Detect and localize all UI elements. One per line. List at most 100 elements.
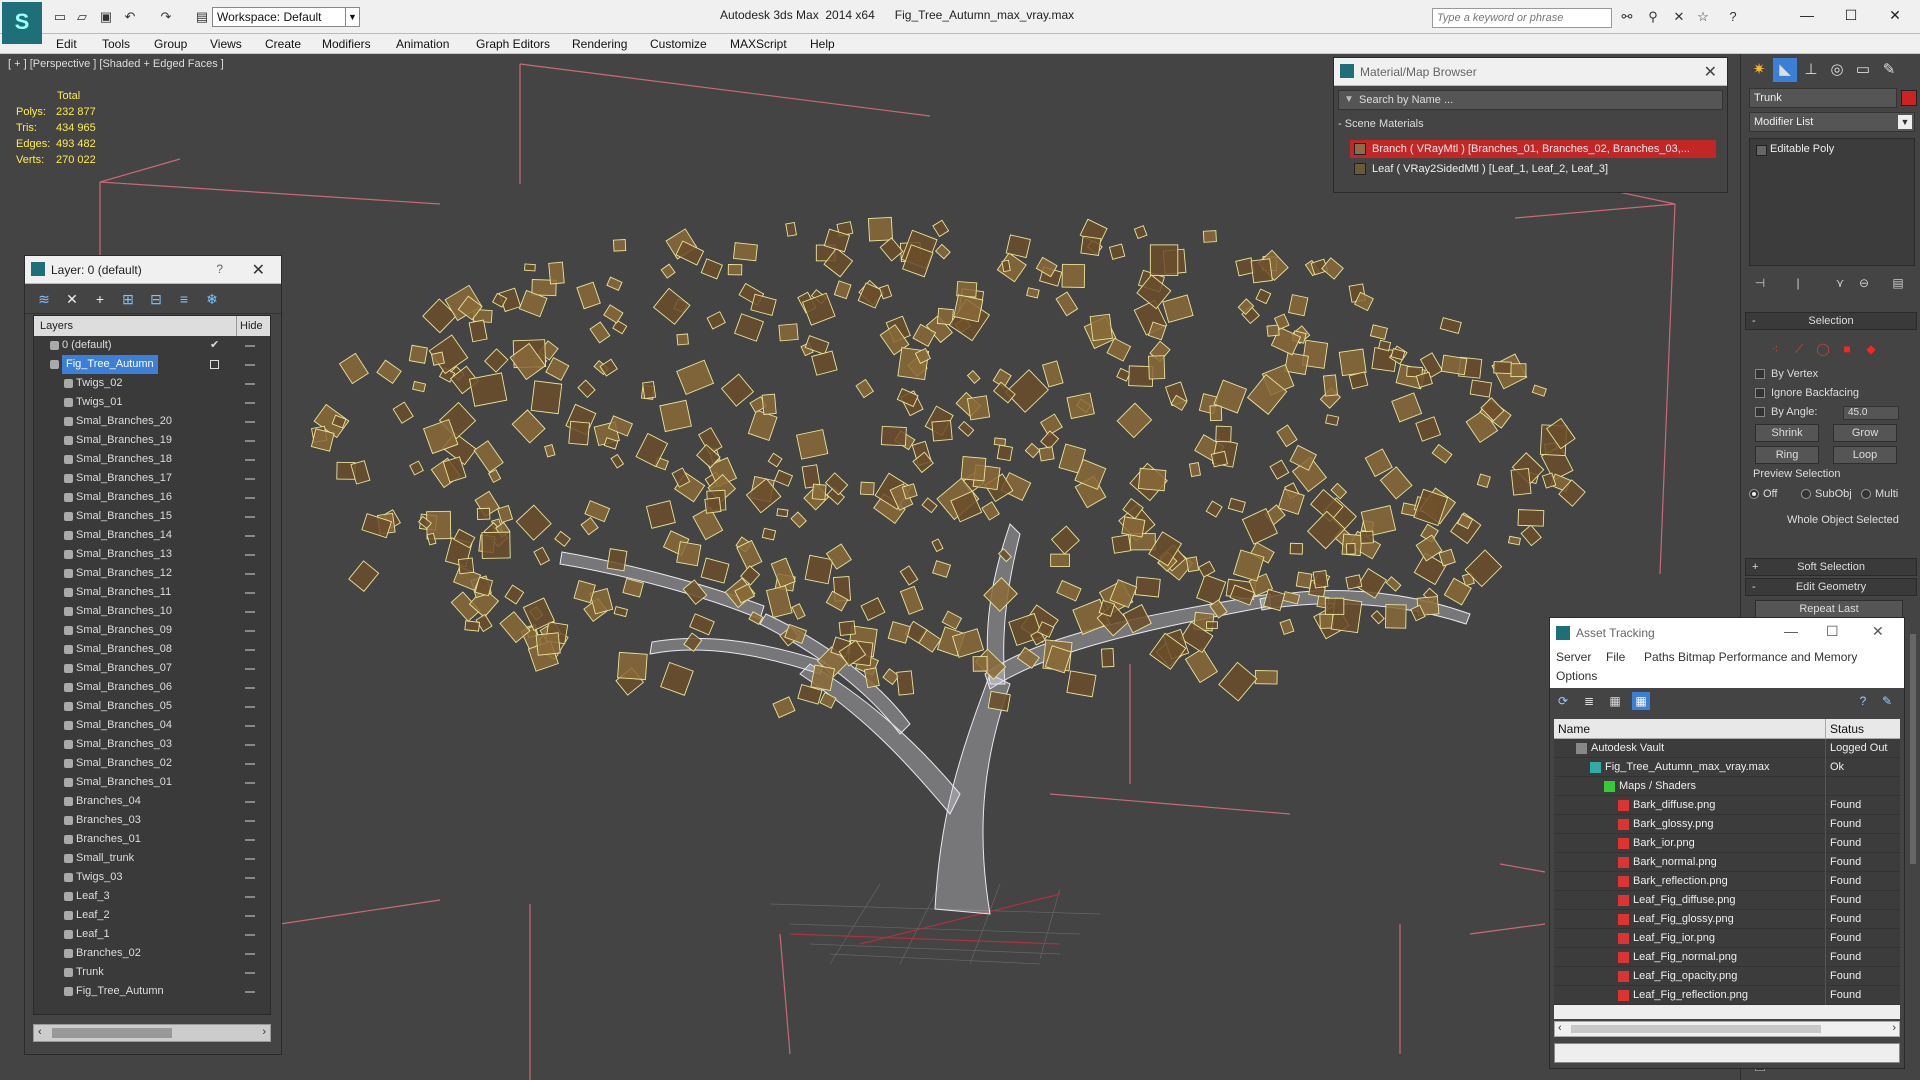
asset-menu-server[interactable]: Server (1556, 650, 1591, 664)
material-search-input[interactable]: ▼ Search by Name ... (1338, 90, 1723, 110)
chevron-right-icon[interactable]: › (1892, 1022, 1896, 1034)
asset-row[interactable]: Leaf_Fig_reflection.png Found (1554, 986, 1900, 1005)
hide-toggle[interactable] (245, 858, 255, 860)
grow-button[interactable]: Grow (1833, 424, 1897, 442)
menu-customize[interactable]: Customize (650, 34, 707, 54)
chevron-down-icon[interactable]: ▼ (1344, 94, 1354, 105)
modify-tab-icon[interactable]: ◣ (1773, 58, 1797, 82)
layer-row[interactable]: Smal_Branches_10 (34, 602, 270, 621)
asset-row[interactable]: Leaf_Fig_ior.png Found (1554, 929, 1900, 948)
display-tab-icon[interactable]: ▭ (1851, 58, 1875, 82)
undo-icon[interactable]: ↶ (122, 9, 138, 25)
help-icon[interactable]: ? (1724, 9, 1742, 25)
hide-toggle[interactable] (245, 687, 255, 689)
redo-icon[interactable]: ↷ (158, 9, 174, 25)
asset-row[interactable]: Bark_ior.png Found (1554, 834, 1900, 853)
hide-toggle[interactable] (245, 497, 255, 499)
checkmark-icon[interactable]: ✔ (210, 336, 219, 355)
material-browser-titlebar[interactable]: Material/Map Browser ✕ (1334, 58, 1727, 86)
layer-row[interactable]: Smal_Branches_05 (34, 697, 270, 716)
close-icon[interactable]: ✕ (1880, 4, 1910, 26)
asset-path-field[interactable] (1554, 1043, 1900, 1063)
asset-row[interactable]: Leaf_Fig_normal.png Found (1554, 948, 1900, 967)
asset-row[interactable]: Leaf_Fig_glossy.png Found (1554, 910, 1900, 929)
asset-row[interactable]: Bark_glossy.png Found (1554, 815, 1900, 834)
layer-row[interactable]: Smal_Branches_14 (34, 526, 270, 545)
layer-row[interactable]: Smal_Branches_13 (34, 545, 270, 564)
asset-menu-options[interactable]: Options (1556, 669, 1597, 683)
highlight-layer-icon[interactable]: ⊟ (147, 290, 165, 308)
repeat-last-button[interactable]: Repeat Last (1755, 600, 1903, 618)
chevron-left-icon[interactable]: ‹ (1558, 1022, 1562, 1034)
layer-row[interactable]: 0 (default) ✔ (34, 336, 270, 355)
motion-tab-icon[interactable]: ◎ (1825, 58, 1849, 82)
element-icon[interactable]: ◆ (1863, 341, 1879, 357)
scene-materials-section[interactable]: - Scene Materials (1338, 118, 1723, 130)
object-color-swatch[interactable] (1901, 90, 1917, 106)
layer-row[interactable]: Smal_Branches_02 (34, 754, 270, 773)
layer-row[interactable]: Smal_Branches_16 (34, 488, 270, 507)
menu-edit[interactable]: Edit (56, 34, 77, 54)
hide-toggle[interactable] (245, 896, 255, 898)
layer-row[interactable]: Leaf_2 (34, 906, 270, 925)
hide-toggle[interactable] (245, 820, 255, 822)
help-icon[interactable]: ? (216, 262, 223, 276)
layers-column-header[interactable]: Layers (40, 320, 73, 332)
hide-toggle[interactable] (245, 934, 255, 936)
hide-toggle[interactable] (245, 611, 255, 613)
hide-toggle[interactable] (245, 459, 255, 461)
hide-toggle[interactable] (245, 782, 255, 784)
viewport-label[interactable]: [ + ] [Perspective ] [Shaded + Edged Fac… (8, 58, 224, 70)
hide-toggle[interactable] (245, 877, 255, 879)
layer-row[interactable]: Branches_04 (34, 792, 270, 811)
preview-subobj-radio[interactable]: SubObj (1801, 486, 1852, 502)
workspace-dropdown[interactable]: Workspace: Default ▼ (212, 7, 360, 27)
layer-row[interactable]: Smal_Branches_19 (34, 431, 270, 450)
new-icon[interactable]: ▭ (52, 9, 68, 25)
maximize-icon[interactable]: ☐ (1836, 4, 1866, 26)
layer-row[interactable]: Smal_Branches_01 (34, 773, 270, 792)
object-name-field[interactable]: Trunk (1749, 88, 1897, 108)
shrink-button[interactable]: Shrink (1755, 424, 1819, 442)
layer-row[interactable]: Smal_Branches_04 (34, 716, 270, 735)
minimize-icon[interactable]: — (1792, 4, 1822, 26)
asset-row[interactable]: Leaf_Fig_opacity.png Found (1554, 967, 1900, 986)
delete-layer-icon[interactable]: ✕ (63, 290, 81, 308)
material-row-branch[interactable]: Branch ( VRayMtl ) [Branches_01, Branche… (1350, 140, 1716, 158)
remove-modifier-icon[interactable]: ⊖ (1855, 274, 1873, 292)
chevron-right-icon[interactable]: › (262, 1026, 266, 1038)
table-view-icon[interactable]: ▦ (1632, 692, 1650, 710)
hide-toggle[interactable] (245, 573, 255, 575)
show-end-result-icon[interactable]: | (1789, 274, 1807, 292)
column-divider[interactable] (1825, 719, 1826, 739)
layer-row[interactable]: Smal_Branches_18 (34, 450, 270, 469)
list-view-icon[interactable]: ≣ (1580, 692, 1598, 710)
asset-menu-file[interactable]: File (1606, 650, 1625, 664)
make-unique-icon[interactable]: ⋎ (1831, 274, 1849, 292)
layer-row[interactable]: Twigs_03 (34, 868, 270, 887)
polygon-icon[interactable]: ■ (1839, 341, 1855, 357)
menu-help[interactable]: Help (810, 34, 835, 54)
configure-sets-icon[interactable]: ▤ (1889, 274, 1907, 292)
asset-horizontal-scrollbar[interactable]: ‹ › (1554, 1021, 1900, 1037)
by-angle-checkbox[interactable]: By Angle: 45.0 (1755, 404, 1915, 420)
layer-row[interactable]: Smal_Branches_15 (34, 507, 270, 526)
layer-row[interactable]: Fig_Tree_Autumn (34, 982, 270, 1001)
preview-off-radio[interactable]: Off (1749, 486, 1777, 502)
edit-geometry-rollout[interactable]: - Edit Geometry (1745, 578, 1917, 596)
layer-panel-titlebar[interactable]: Layer: 0 (default) ? ✕ (25, 256, 281, 284)
layer-row[interactable]: Small_trunk (34, 849, 270, 868)
open-icon[interactable]: ▱ (74, 9, 90, 25)
hide-toggle[interactable] (245, 402, 255, 404)
menu-rendering[interactable]: Rendering (572, 34, 627, 54)
asset-menu-paths[interactable]: Paths (1644, 650, 1675, 664)
hide-toggle[interactable] (245, 630, 255, 632)
layer-row[interactable]: Trunk (34, 963, 270, 982)
minimize-icon[interactable]: — (1784, 623, 1798, 639)
menu-graph-editors[interactable]: Graph Editors (476, 34, 550, 54)
hide-toggle[interactable] (245, 421, 255, 423)
asset-tracking-titlebar[interactable]: Asset Tracking — ☐ ✕ (1550, 618, 1904, 648)
settings-icon[interactable]: ✎ (1878, 692, 1896, 710)
hide-toggle[interactable] (245, 649, 255, 651)
soft-selection-rollout[interactable]: + Soft Selection (1745, 558, 1917, 576)
